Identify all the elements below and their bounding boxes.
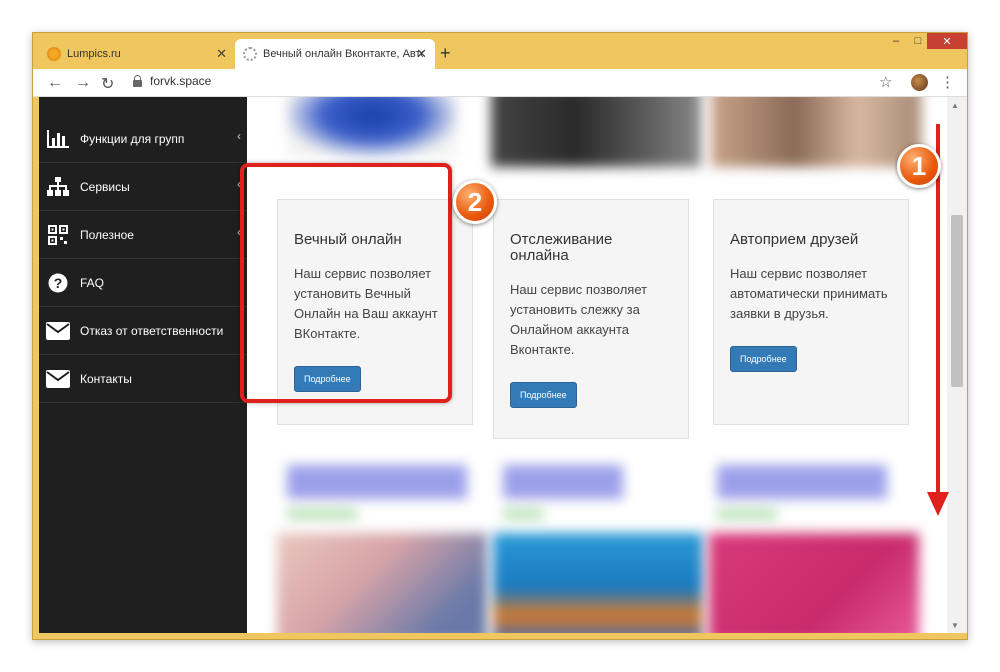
reload-icon[interactable]: ↻ bbox=[101, 74, 114, 94]
lock-icon bbox=[133, 74, 142, 87]
tab-bar: Lumpics.ru ✕ Вечный онлайн Вконтакте, Ав… bbox=[33, 33, 967, 69]
scroll-down-arrow-icon[interactable]: ▼ bbox=[951, 621, 959, 630]
card-description: Наш сервис позволяет автоматически прини… bbox=[730, 266, 888, 321]
minimize-button[interactable]: – bbox=[885, 33, 907, 49]
profile-avatar[interactable] bbox=[911, 74, 928, 91]
highlight-box bbox=[240, 163, 452, 403]
blurred-ad-text bbox=[717, 465, 887, 499]
sidebar-item-faq[interactable]: ? FAQ bbox=[39, 259, 247, 307]
envelope-icon bbox=[46, 319, 70, 343]
sidebar-item-label: FAQ bbox=[80, 275, 105, 290]
sidebar-item-label: Функции для групп bbox=[80, 131, 185, 146]
page-viewport: Функции для групп ‹ Сервисы ‹ Полезное ‹ bbox=[39, 97, 967, 633]
blurred-ad-text bbox=[717, 509, 777, 519]
window-close-button[interactable]: ✕ bbox=[927, 33, 967, 49]
tab-lumpics[interactable]: Lumpics.ru ✕ bbox=[39, 39, 235, 69]
maximize-button[interactable]: □ bbox=[907, 33, 929, 49]
card-description: Наш сервис позволяет установить слежку з… bbox=[510, 282, 648, 357]
sidebar-item-label: Отказ от ответственности bbox=[80, 323, 224, 338]
step-badge-2: 2 bbox=[453, 180, 497, 224]
chevron-left-icon: ‹ bbox=[237, 129, 241, 143]
sidebar-item-label: Сервисы bbox=[80, 179, 130, 194]
card-title: Автоприем друзей bbox=[730, 231, 859, 248]
bookmark-star-icon[interactable]: ☆ bbox=[879, 73, 892, 91]
question-circle-icon: ? bbox=[46, 271, 70, 295]
forward-arrow-icon[interactable]: → bbox=[75, 74, 91, 92]
svg-text:?: ? bbox=[54, 275, 63, 291]
blurred-ad-text bbox=[287, 509, 357, 519]
sidebar-item-useful[interactable]: Полезное ‹ bbox=[39, 211, 247, 259]
sidebar-item-group-functions[interactable]: Функции для групп ‹ bbox=[39, 115, 247, 163]
blurred-ad-text bbox=[503, 509, 543, 519]
blurred-ad-image bbox=[493, 533, 703, 633]
blurred-image bbox=[287, 97, 457, 157]
sidebar-item-services[interactable]: Сервисы ‹ bbox=[39, 163, 247, 211]
blurred-ad-text bbox=[503, 465, 623, 499]
back-arrow-icon[interactable]: ← bbox=[47, 74, 63, 92]
service-card-online-tracking: Отслеживание онлайна Наш сервис позволяе… bbox=[493, 199, 689, 439]
tab-title: Вечный онлайн Вконтакте, Авто bbox=[263, 48, 423, 60]
tab-close-icon[interactable]: ✕ bbox=[416, 46, 427, 62]
bar-chart-icon bbox=[46, 127, 70, 151]
step-badge-1: 1 bbox=[897, 144, 941, 188]
sidebar-item-contacts[interactable]: Контакты bbox=[39, 355, 247, 403]
loading-favicon-icon bbox=[243, 47, 257, 61]
sidebar-item-label: Контакты bbox=[80, 371, 132, 386]
envelope-icon bbox=[46, 367, 70, 391]
blurred-ad-text bbox=[287, 465, 467, 499]
sidebar-item-label: Полезное bbox=[80, 227, 134, 242]
blurred-ad-image bbox=[277, 533, 487, 633]
qrcode-icon bbox=[46, 223, 70, 247]
blurred-image bbox=[491, 97, 701, 167]
address-bar[interactable]: forvk.space bbox=[133, 74, 211, 88]
tab-title: Lumpics.ru bbox=[67, 48, 121, 60]
browser-toolbar: ← → ↻ forvk.space ☆ ⋮ bbox=[33, 69, 967, 97]
blurred-image bbox=[711, 97, 921, 167]
scroll-up-arrow-icon[interactable]: ▲ bbox=[951, 101, 959, 110]
service-card-auto-accept-friends: Автоприем друзей Наш сервис позволяет ав… bbox=[713, 199, 909, 425]
sidebar-item-disclaimer[interactable]: Отказ от ответственности bbox=[39, 307, 247, 355]
new-tab-button[interactable]: + bbox=[440, 43, 451, 64]
browser-window: Lumpics.ru ✕ Вечный онлайн Вконтакте, Ав… bbox=[32, 32, 968, 640]
details-button[interactable]: Подробнее bbox=[730, 346, 797, 372]
kebab-menu-icon[interactable]: ⋮ bbox=[940, 73, 955, 91]
url-text: forvk.space bbox=[150, 74, 212, 88]
details-button[interactable]: Подробнее bbox=[510, 382, 577, 408]
tab-close-icon[interactable]: ✕ bbox=[216, 46, 227, 62]
sitemap-icon bbox=[46, 175, 70, 199]
blurred-ad-image bbox=[709, 533, 919, 633]
tab-forvk[interactable]: Вечный онлайн Вконтакте, Авто ✕ bbox=[235, 39, 435, 69]
card-title: Отслеживание онлайна bbox=[510, 231, 613, 264]
lumpics-favicon-icon bbox=[47, 47, 61, 61]
sidebar: Функции для групп ‹ Сервисы ‹ Полезное ‹ bbox=[39, 97, 247, 633]
